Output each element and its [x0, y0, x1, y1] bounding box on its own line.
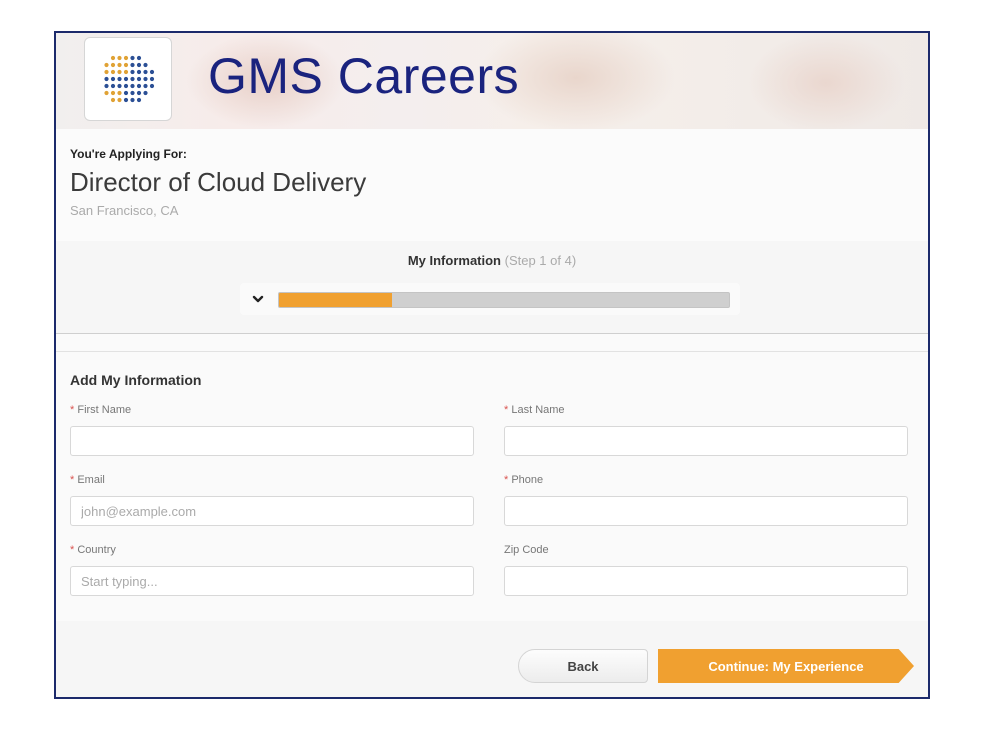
last-name-field[interactable] [504, 426, 908, 456]
globe-logo-icon [104, 55, 155, 103]
back-button[interactable]: Back [518, 649, 648, 683]
header-banner: GMS Careers [56, 33, 928, 133]
brand-title: GMS Careers [208, 48, 520, 104]
step-counter: (Step 1 of 4) [504, 253, 577, 268]
first-name-label: * First Name [70, 404, 132, 416]
email-label: * Email [70, 474, 105, 486]
chevron-down-icon[interactable] [250, 291, 266, 307]
application-window: GMS Careers You're Applying For: Directo… [54, 31, 930, 699]
step-progress: My Information (Step 1 of 4) [56, 241, 928, 334]
zip-code-field[interactable] [504, 566, 908, 596]
country-field[interactable] [70, 566, 474, 596]
job-title: Director of Cloud Delivery [70, 167, 367, 197]
information-form: Add My Information * First Name * Last N… [56, 351, 928, 622]
job-location: San Francisco, CA [70, 203, 179, 218]
applying-for-label: You're Applying For: [70, 147, 187, 161]
step-name: My Information [407, 253, 501, 268]
form-title: Add My Information [70, 372, 202, 388]
phone-field[interactable] [504, 496, 908, 526]
zip-code-label: Zip Code [504, 544, 549, 556]
progress-container [240, 283, 740, 315]
first-name-field[interactable] [70, 426, 474, 456]
continue-button[interactable]: Continue: My Experience [658, 649, 914, 683]
step-indicator: My Information (Step 1 of 4) [56, 253, 928, 268]
email-field[interactable] [70, 496, 474, 526]
phone-label: * Phone [504, 474, 544, 486]
form-footer: Back Continue: My Experience [56, 621, 928, 697]
country-label: * Country [70, 544, 116, 556]
company-logo [84, 37, 172, 121]
progress-bar [278, 292, 730, 308]
progress-bar-fill [279, 293, 392, 307]
job-summary: You're Applying For: Director of Cloud D… [56, 129, 928, 241]
last-name-label: * Last Name [504, 404, 565, 416]
